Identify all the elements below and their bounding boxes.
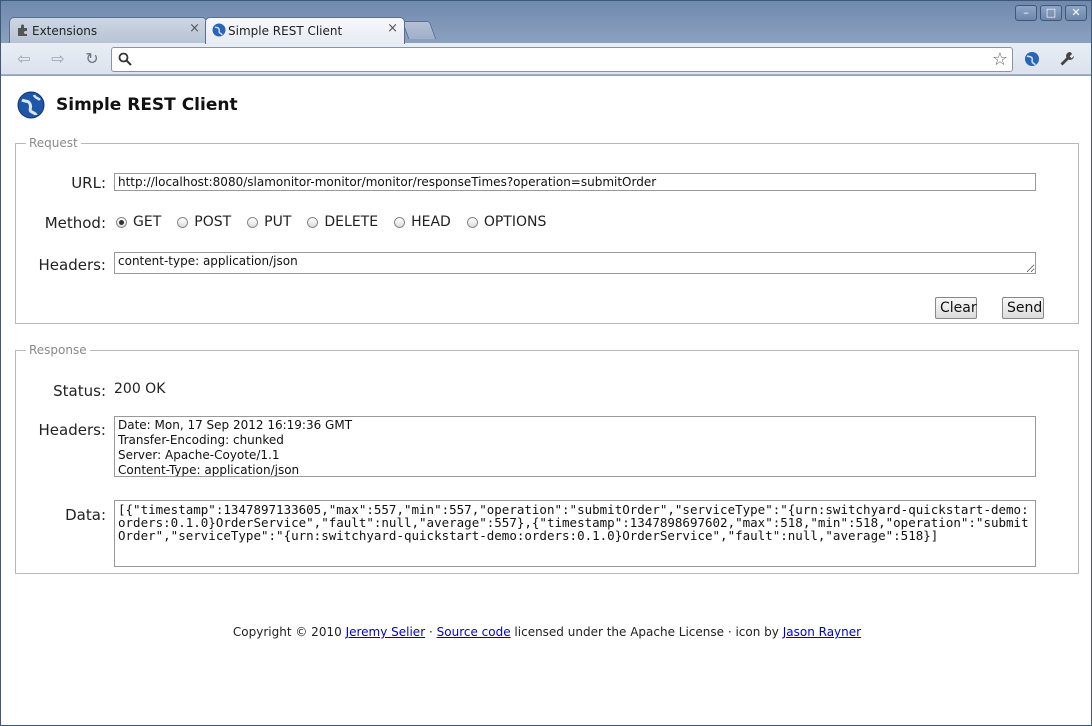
radio-button[interactable] bbox=[247, 216, 259, 228]
radio-button[interactable] bbox=[307, 216, 319, 228]
close-window-button[interactable]: ✕ bbox=[1065, 5, 1087, 21]
window-controls: – □ ✕ bbox=[1015, 5, 1087, 21]
response-headers-label: Headers: bbox=[38, 421, 107, 439]
license-text: licensed under the Apache License · icon… bbox=[514, 625, 779, 639]
method-option-label: PUT bbox=[264, 214, 292, 230]
response-legend: Response bbox=[29, 343, 87, 357]
tab-simple-rest-client[interactable]: Simple REST Client × bbox=[205, 17, 405, 44]
send-button[interactable]: Send bbox=[1002, 297, 1044, 319]
request-fieldset: Request URL: Method: GET POST PUT bbox=[15, 136, 1079, 324]
method-option-post[interactable]: POST bbox=[177, 214, 231, 230]
method-label: Method: bbox=[44, 214, 106, 232]
request-legend: Request bbox=[29, 136, 78, 150]
address-input[interactable] bbox=[138, 51, 978, 68]
footer: Copyright © 2010 Jeremy Selier · Source … bbox=[1, 625, 1091, 639]
minimize-button[interactable]: – bbox=[1015, 5, 1037, 21]
method-option-label: OPTIONS bbox=[483, 214, 547, 230]
request-headers-input[interactable]: content-type: application/json bbox=[114, 252, 1036, 274]
wrench-icon[interactable] bbox=[1058, 50, 1076, 68]
url-input[interactable] bbox=[114, 173, 1036, 191]
url-label: URL: bbox=[71, 174, 106, 192]
radio-button[interactable] bbox=[394, 216, 406, 228]
method-option-label: GET bbox=[133, 214, 162, 230]
method-option-label: POST bbox=[194, 214, 232, 230]
tab-strip: Extensions × Simple REST Client × – □ ✕ bbox=[1, 1, 1091, 44]
clear-button[interactable]: Clear bbox=[935, 297, 977, 319]
page-title: Simple REST Client bbox=[56, 95, 238, 115]
data-label: Data: bbox=[65, 506, 106, 524]
source-code-link[interactable]: Source code bbox=[437, 625, 511, 639]
radio-button[interactable] bbox=[466, 216, 478, 228]
response-header-line: Date: Mon, 17 Sep 2012 16:19:36 GMT bbox=[118, 418, 353, 432]
icon-author-link[interactable]: Jason Rayner bbox=[783, 625, 861, 639]
response-header-line: Content-Type: application/json bbox=[118, 463, 300, 477]
status-label: Status: bbox=[53, 382, 106, 400]
radio-button[interactable] bbox=[116, 216, 127, 228]
response-header-line: Transfer-Encoding: chunked bbox=[118, 433, 284, 447]
request-headers-label: Headers: bbox=[38, 256, 107, 274]
browser-toolbar: ⇦ ⇨ ↻ ☆ bbox=[1, 43, 1091, 75]
response-headers-box[interactable]: Date: Mon, 17 Sep 2012 16:19:36 GMT Tran… bbox=[114, 416, 1036, 477]
radio-button[interactable] bbox=[177, 216, 189, 228]
tab-extensions[interactable]: Extensions × bbox=[9, 17, 207, 43]
page-content: Simple REST Client Request URL: Method: … bbox=[1, 76, 1091, 725]
omnibox[interactable]: ☆ bbox=[111, 47, 1013, 72]
new-tab-button[interactable] bbox=[401, 21, 437, 39]
method-option-options[interactable]: OPTIONS bbox=[466, 214, 547, 230]
close-icon[interactable]: × bbox=[387, 21, 398, 36]
forward-arrow-icon[interactable]: ⇨ bbox=[47, 49, 69, 69]
method-option-label: HEAD bbox=[411, 214, 451, 230]
browser-window: Extensions × Simple REST Client × – □ ✕ … bbox=[0, 0, 1092, 726]
close-icon[interactable]: × bbox=[189, 21, 200, 36]
method-option-delete[interactable]: DELETE bbox=[307, 214, 378, 230]
method-option-put[interactable]: PUT bbox=[247, 214, 291, 230]
search-icon bbox=[118, 52, 132, 66]
globe-icon bbox=[212, 23, 226, 37]
reload-icon[interactable]: ↻ bbox=[81, 49, 103, 69]
response-data-box[interactable]: [{"timestamp":1347897133605,"max":557,"m… bbox=[114, 500, 1036, 567]
footer-separator: · bbox=[428, 625, 433, 639]
copyright-text: Copyright © 2010 bbox=[232, 625, 342, 639]
globe-icon[interactable] bbox=[1023, 50, 1041, 68]
globe-icon bbox=[17, 91, 45, 119]
response-header-line: Server: Apache-Coyote/1.1 bbox=[118, 448, 280, 462]
back-arrow-icon[interactable]: ⇦ bbox=[13, 49, 35, 69]
method-option-head[interactable]: HEAD bbox=[394, 214, 451, 230]
author-link[interactable]: Jeremy Selier bbox=[346, 625, 426, 639]
tab-label: Simple REST Client bbox=[228, 24, 343, 38]
method-option-label: DELETE bbox=[324, 214, 379, 230]
puzzle-icon bbox=[18, 24, 27, 36]
method-radio-group: GET POST PUT DELETE HEAD OPTIONS bbox=[116, 214, 562, 230]
status-value: 200 OK bbox=[114, 381, 166, 397]
method-option-get[interactable]: GET bbox=[116, 214, 161, 230]
maximize-button[interactable]: □ bbox=[1040, 5, 1062, 21]
tab-label: Extensions bbox=[32, 23, 98, 38]
bookmark-star-icon[interactable]: ☆ bbox=[992, 49, 1008, 70]
response-fieldset: Response Status: 200 OK Headers: Date: M… bbox=[15, 343, 1079, 574]
